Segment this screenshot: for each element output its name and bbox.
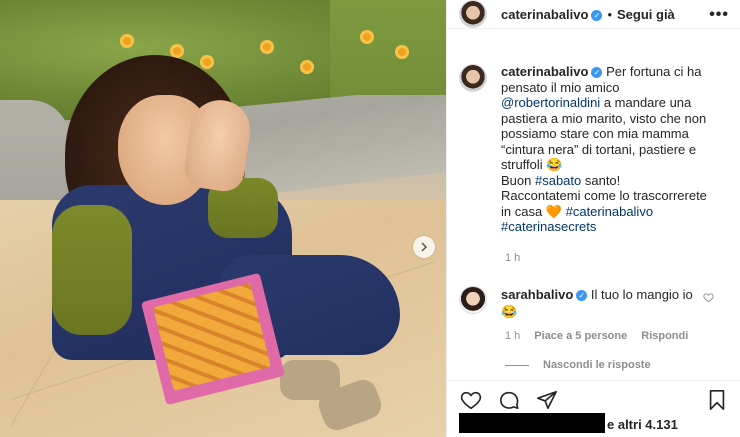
caption-line: in casa 🧡 [501,203,566,219]
comment-text: sarahbalivo ✓ Il tuo lo mangio io 😂 [501,286,711,320]
hashtag-link[interactable]: #caterinasecrets [501,219,596,234]
photo-flower [200,55,214,69]
caption-line: pastiera a mio marito, visto che non [501,110,707,126]
caption-username[interactable]: caterinabalivo [501,64,588,79]
comment-body: Il tuo lo mangio io [590,287,693,302]
caption-line: pensato il mio amico [501,79,620,95]
photo-flower [300,60,314,74]
caption-timestamp[interactable]: 1 h [505,252,520,264]
post-photo[interactable] [0,0,446,437]
chevron-right-icon[interactable] [413,236,435,258]
photo-flower [260,40,274,54]
caption-line: Buon [501,172,535,188]
heart-icon[interactable] [459,388,483,412]
photo-flower [360,30,374,44]
caption-line: “cintura nera” di tortani, pastiere e [501,141,697,157]
comment: sarahbalivo ✓ Il tuo lo mangio io 😂 [459,286,735,320]
caption-line: struffoli 😂 [501,157,563,172]
verified-badge-icon: ✓ [591,67,603,79]
photo-person-sleeve [52,205,132,335]
avatar[interactable] [459,0,487,28]
post-actions: e altri 4.131 [447,380,740,437]
caption-line: santo! [581,172,621,188]
more-options-icon[interactable]: ••• [709,6,729,24]
comment-like-heart-icon[interactable] [703,292,714,306]
caption-text: caterinabalivo ✓ Per fortuna ci ha pensat… [501,64,723,235]
post-header: caterinabalivo ✓ • Segui già ••• [447,0,740,29]
avatar[interactable] [459,286,487,314]
mention-link[interactable]: @robertorinaldini [501,95,600,110]
post-side-panel: caterinabalivo ✓ • Segui già ••• caterina… [446,0,740,437]
comment-timestamp[interactable]: 1 h [505,330,520,342]
verified-badge-icon: ✓ [576,290,588,302]
hashtag-link[interactable]: #caterinabalivo [566,204,653,219]
photo-flower [395,45,409,59]
caption-line: possiamo stare con mia mamma [501,126,689,141]
caption-line: Per fortuna ci ha [606,64,702,79]
caption-line: Raccontatemi come lo trascorrerete [501,188,707,203]
hashtag-link[interactable]: #sabato [535,173,581,188]
follow-button[interactable]: Segui già [617,7,675,22]
comment-username[interactable]: sarahbalivo [501,287,573,302]
bookmark-icon[interactable] [705,388,729,412]
action-icons [459,388,559,412]
comment-meta: 1 h Piace a 5 persone Rispondi [505,330,688,342]
redacted-likes-bar [459,413,605,433]
share-icon[interactable] [535,388,559,412]
hide-replies-button[interactable]: Nascondi le risposte [505,359,651,371]
comment-icon[interactable] [497,388,521,412]
hide-replies-label[interactable]: Nascondi le risposte [543,359,651,371]
comment-emoji: 😂 [501,304,518,319]
header-username[interactable]: caterinabalivo ✓ [501,7,603,22]
separator-dot: • [607,6,612,22]
post-caption: caterinabalivo ✓ Per fortuna ci ha pensat… [459,64,729,235]
reply-button[interactable]: Rispondi [641,330,688,342]
hide-replies-line [505,364,529,366]
photo-flower [120,34,134,48]
username[interactable]: caterinabalivo [501,7,588,22]
verified-badge-icon: ✓ [591,9,603,21]
caption-line: a mandare una [600,95,692,110]
likes-count[interactable]: e altri 4.131 [607,417,678,432]
avatar[interactable] [459,64,487,92]
comment-likes[interactable]: Piace a 5 persone [534,330,627,342]
